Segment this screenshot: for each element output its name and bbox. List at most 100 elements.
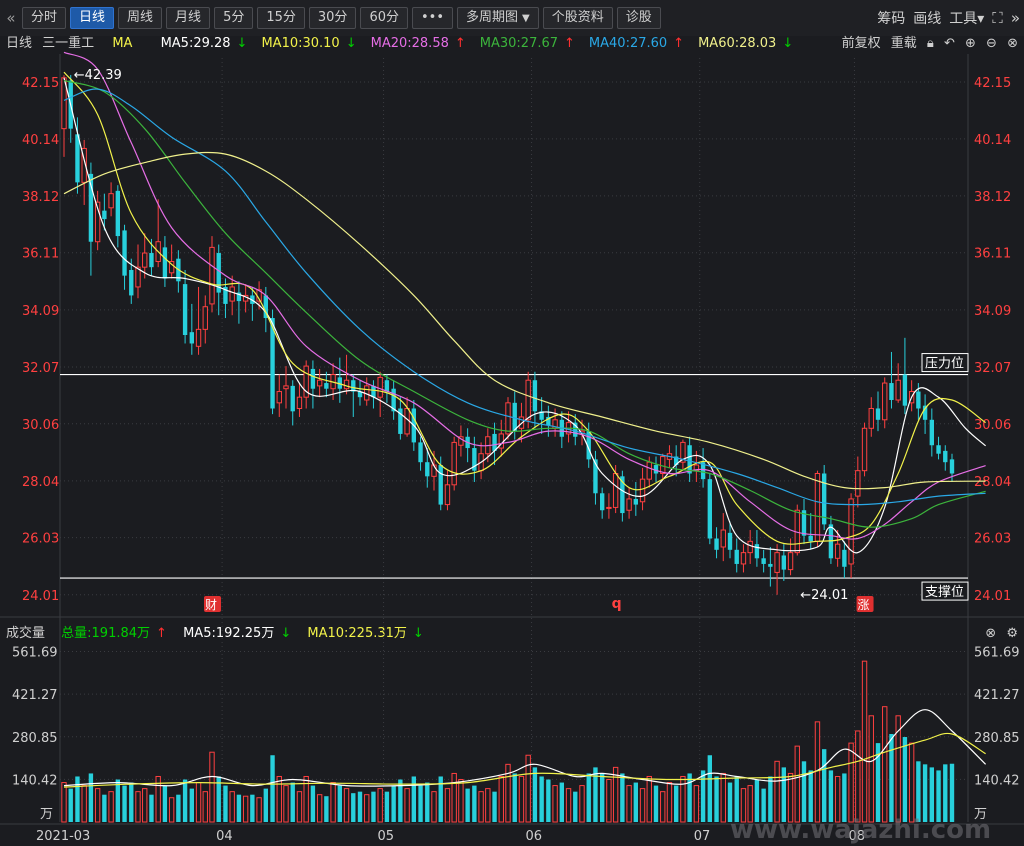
candle-body <box>276 391 282 404</box>
volume-bar <box>122 785 127 822</box>
volume-bar <box>559 782 565 822</box>
volume-bar <box>565 788 572 823</box>
volume-bar <box>700 770 706 822</box>
price-tick-right: 38.12 <box>974 190 1011 205</box>
price-tick-right: 42.15 <box>974 76 1011 91</box>
candle-body <box>108 193 114 209</box>
candle-body <box>351 380 356 392</box>
ma-line-ma60 <box>63 151 986 490</box>
candle-body <box>834 543 841 559</box>
volume-bar <box>276 775 282 823</box>
candle-body <box>122 230 127 276</box>
candle-body <box>283 385 289 390</box>
volume-bar <box>115 779 121 822</box>
volume-tick-right: 421.27 <box>974 688 1020 703</box>
candle-body <box>102 210 107 220</box>
candle-body <box>310 368 316 389</box>
watermark: www.wajazhi.com <box>730 815 991 845</box>
volume-bar <box>316 794 323 823</box>
ma-line-ma20 <box>63 51 986 540</box>
candle-body <box>889 383 894 401</box>
volume-bar <box>518 775 525 823</box>
volume-bar <box>229 791 235 823</box>
volume-bar <box>250 794 255 822</box>
volume-bar <box>223 785 228 822</box>
candle-body <box>734 549 739 564</box>
candle-body <box>861 427 868 472</box>
volume-bar <box>296 791 303 823</box>
candle-body <box>371 385 376 398</box>
candle-body <box>162 247 168 279</box>
price-tick-right: 28.04 <box>974 475 1011 490</box>
candle-body <box>895 379 901 401</box>
candle-body <box>814 473 821 542</box>
price-tick-left: 28.04 <box>22 475 59 490</box>
volume-bar <box>801 761 807 822</box>
volume-bar <box>61 782 67 823</box>
ma-line-ma40 <box>63 88 986 506</box>
candle-body <box>324 383 329 389</box>
volume-tick-right: 140.42 <box>974 773 1020 788</box>
volume-bar <box>195 782 202 823</box>
volume-bar <box>209 751 215 823</box>
volume-bar <box>626 785 632 823</box>
stock-chart[interactable]: 42.15 42.15 40.14 40.14 38.12 38.12 36.11 36.11… <box>0 0 1024 846</box>
volume-bar <box>351 793 356 822</box>
ma-line-ma10 <box>63 71 986 545</box>
candle-body <box>512 402 517 432</box>
candle-body <box>929 419 935 446</box>
volume-tick-left: 561.69 <box>12 646 58 661</box>
ma-line-ma5 <box>63 77 986 554</box>
volume-bar <box>102 794 107 822</box>
candle-body <box>761 558 766 564</box>
volume-bar <box>929 767 935 822</box>
volume-bar <box>687 773 692 822</box>
high-annotation: ←42.39 <box>74 68 122 83</box>
volume-bar <box>539 776 544 822</box>
price-tick-left: 36.11 <box>22 247 59 262</box>
volume-bar <box>343 788 350 823</box>
volume-bar <box>882 706 888 823</box>
candle-body <box>875 408 881 420</box>
volume-bar <box>639 788 646 823</box>
resistance-label: 压力位 <box>925 357 964 372</box>
candle-body <box>418 442 423 463</box>
candle-body <box>296 396 303 409</box>
volume-bar <box>377 788 383 823</box>
volume-bar <box>646 775 652 823</box>
candle-body <box>720 529 726 548</box>
volume-bar <box>330 782 336 823</box>
candle-body <box>290 385 295 412</box>
candle-body <box>687 445 692 474</box>
candle-body <box>714 538 719 550</box>
candle-body <box>848 498 854 565</box>
candle-body <box>774 552 780 573</box>
price-tick-left: 38.12 <box>22 190 59 205</box>
event-marker: 财 <box>205 598 217 612</box>
candle-body <box>229 286 235 302</box>
candle-body <box>633 498 639 505</box>
candle-body <box>451 441 457 486</box>
volume-bar <box>458 779 464 823</box>
volume-bar <box>478 791 484 823</box>
candle-body <box>142 252 148 268</box>
volume-bar <box>653 785 659 822</box>
price-tick-left: 30.06 <box>22 418 59 433</box>
candle-body <box>525 379 531 421</box>
volume-bar <box>182 779 188 822</box>
volume-tick-right: 561.69 <box>974 646 1020 661</box>
candle-body <box>115 190 121 237</box>
candle-body <box>639 478 646 503</box>
volume-bar <box>492 791 497 822</box>
volume-bar <box>324 796 329 822</box>
volume-bar <box>673 785 679 822</box>
support-label: 支撑位 <box>925 585 964 600</box>
volume-bar <box>707 755 713 822</box>
candle-body <box>505 402 511 435</box>
volume-bar <box>108 791 114 823</box>
volume-bar <box>720 772 726 823</box>
x-axis-label: 04 <box>216 829 233 844</box>
candle-body <box>747 540 753 554</box>
volume-bar <box>270 755 275 822</box>
candle-body <box>707 479 713 539</box>
